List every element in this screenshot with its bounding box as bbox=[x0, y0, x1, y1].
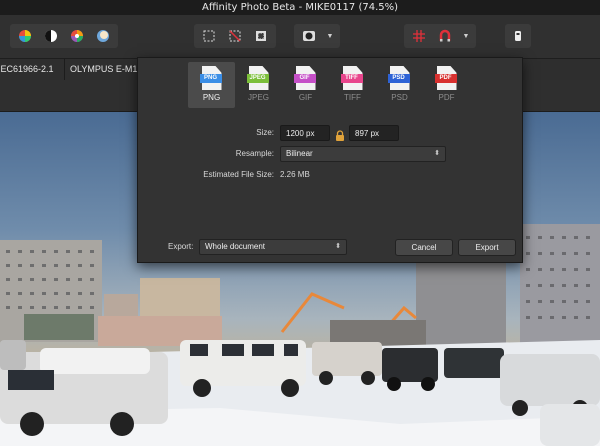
format-selector: PNG PNG JPEG JPEG GIF GIF TIFF TIFF PSD … bbox=[188, 62, 470, 108]
invert-selection-button[interactable] bbox=[250, 26, 272, 46]
selection-group bbox=[194, 24, 276, 48]
color-wheel-icon bbox=[19, 30, 31, 42]
export-dialog: PNG PNG JPEG JPEG GIF GIF TIFF TIFF PSD … bbox=[137, 57, 523, 263]
hsl-wheel-icon bbox=[71, 30, 83, 42]
tiff-file-icon: TIFF bbox=[340, 66, 363, 90]
resample-value: Bilinear bbox=[286, 149, 313, 158]
export-area-label: Export: bbox=[168, 242, 194, 251]
chevron-down-icon[interactable]: ▼ bbox=[460, 26, 472, 46]
invert-selection-icon bbox=[256, 31, 266, 41]
chevron-updown-icon: ⬍ bbox=[434, 150, 440, 157]
hsl-button[interactable] bbox=[66, 26, 88, 46]
estimated-size-value: 2.26 MB bbox=[280, 170, 310, 179]
snapping-grid-icon bbox=[413, 30, 425, 42]
size-label: Size: bbox=[256, 128, 274, 137]
export-area-select[interactable]: Whole document ⬍ bbox=[199, 239, 347, 255]
quick-mask-button[interactable] bbox=[298, 26, 320, 46]
marquee-selection-icon bbox=[203, 30, 215, 42]
snapping-group: ▼ bbox=[404, 24, 476, 48]
snapping-grid-button[interactable] bbox=[408, 26, 430, 46]
adjustments-group bbox=[10, 24, 118, 48]
color-wheel-button[interactable] bbox=[14, 26, 36, 46]
lock-icon[interactable] bbox=[335, 128, 345, 146]
no-selection-icon bbox=[229, 30, 241, 42]
deselect-button[interactable] bbox=[224, 26, 246, 46]
mask-group: ▼ bbox=[294, 24, 340, 48]
assistant-button[interactable] bbox=[507, 26, 529, 46]
white-balance-icon bbox=[97, 30, 109, 42]
format-label: GIF bbox=[298, 93, 313, 102]
chevron-updown-icon: ⬍ bbox=[335, 243, 341, 250]
cancel-button[interactable]: Cancel bbox=[395, 239, 453, 256]
format-label: PNG bbox=[202, 93, 221, 102]
assistant-icon bbox=[515, 31, 521, 41]
width-field[interactable]: 1200 px bbox=[280, 125, 330, 141]
format-png[interactable]: PNG PNG bbox=[188, 62, 235, 108]
gif-file-icon: GIF bbox=[293, 66, 316, 90]
assistant-group bbox=[505, 24, 531, 48]
format-label: PDF bbox=[438, 93, 455, 102]
tab-camera[interactable]: OLYMPUS E-M1 bbox=[60, 59, 149, 80]
main-toolbar: ▼ ▼ bbox=[0, 15, 600, 59]
snapping-button[interactable] bbox=[434, 26, 456, 46]
tab-color-profile[interactable]: IEC61966-2.1 bbox=[0, 59, 65, 80]
format-label: PSD bbox=[391, 93, 408, 102]
export-button[interactable]: Export bbox=[458, 239, 516, 256]
height-field[interactable]: 897 px bbox=[349, 125, 399, 141]
chevron-down-icon[interactable]: ▼ bbox=[324, 26, 336, 46]
resample-label: Resample: bbox=[235, 149, 274, 158]
contrast-button[interactable] bbox=[40, 26, 62, 46]
png-file-icon: PNG bbox=[199, 66, 222, 90]
format-psd[interactable]: PSD PSD bbox=[376, 62, 423, 108]
format-jpeg[interactable]: JPEG JPEG bbox=[235, 62, 282, 108]
resample-select[interactable]: Bilinear ⬍ bbox=[280, 146, 446, 162]
quick-mask-icon bbox=[303, 31, 315, 41]
window-title: Affinity Photo Beta - MIKE0117 (74.5%) bbox=[0, 0, 600, 15]
format-tiff[interactable]: TIFF TIFF bbox=[329, 62, 376, 108]
jpeg-file-icon: JPEG bbox=[246, 66, 269, 90]
format-label: TIFF bbox=[344, 93, 361, 102]
pdf-file-icon: PDF bbox=[434, 66, 457, 90]
format-gif[interactable]: GIF GIF bbox=[282, 62, 329, 108]
format-label: JPEG bbox=[248, 93, 269, 102]
magnet-icon bbox=[439, 29, 451, 42]
export-area-value: Whole document bbox=[205, 242, 266, 251]
format-pdf[interactable]: PDF PDF bbox=[423, 62, 470, 108]
psd-file-icon: PSD bbox=[387, 66, 410, 90]
white-balance-button[interactable] bbox=[92, 26, 114, 46]
marquee-button[interactable] bbox=[198, 26, 220, 46]
contrast-icon bbox=[45, 30, 57, 42]
estimated-size-label: Estimated File Size: bbox=[203, 170, 274, 179]
